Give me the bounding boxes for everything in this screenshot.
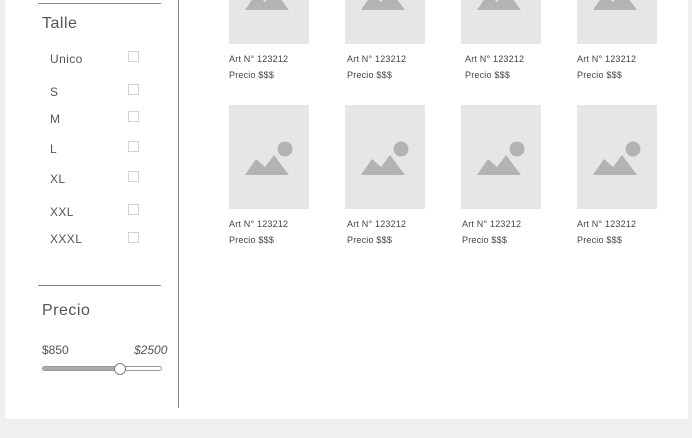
product-image[interactable] — [461, 105, 541, 209]
product-card[interactable] — [577, 0, 659, 44]
product-image[interactable] — [229, 105, 309, 209]
product-price: Precio $$$ — [462, 235, 508, 245]
product-card[interactable] — [345, 0, 427, 44]
sidebar-section-divider — [38, 285, 161, 286]
product-art-number: Art N° 123212 — [465, 54, 525, 64]
product-price: Precio $$$ — [465, 70, 511, 80]
window-frame-bottom — [0, 419, 692, 438]
size-option-label: XXL — [50, 205, 74, 219]
product-art-number: Art N° 123212 — [577, 219, 637, 229]
size-option-checkbox[interactable] — [128, 232, 139, 243]
size-filter-title: Talle — [42, 15, 78, 32]
product-art-number: Art N° 123212 — [229, 219, 289, 229]
image-placeholder-icon — [361, 141, 409, 175]
product-image[interactable] — [345, 105, 425, 209]
size-option-label: L — [50, 142, 58, 156]
product-card[interactable] — [345, 105, 427, 209]
price-slider-handle[interactable] — [114, 363, 126, 375]
size-option-checkbox[interactable] — [128, 171, 139, 182]
image-placeholder-icon — [361, 0, 405, 10]
price-slider-track[interactable] — [42, 366, 162, 371]
product-art-number: Art N° 123212 — [229, 54, 289, 64]
size-option-label: M — [50, 112, 61, 126]
product-image[interactable] — [345, 0, 425, 44]
size-option-label: XXXL — [50, 232, 83, 246]
product-image[interactable] — [229, 0, 309, 44]
image-placeholder-icon — [245, 141, 293, 175]
product-art-number: Art N° 123212 — [462, 219, 522, 229]
size-option-checkbox[interactable] — [128, 204, 139, 215]
product-card[interactable] — [461, 0, 543, 44]
size-option-label: XL — [50, 172, 66, 186]
size-option-checkbox[interactable] — [128, 51, 139, 62]
product-price: Precio $$$ — [347, 70, 393, 80]
window-frame-left — [0, 0, 5, 420]
product-price: Precio $$$ — [229, 70, 275, 80]
product-card[interactable] — [577, 105, 659, 209]
product-art-number: Art N° 123212 — [577, 54, 637, 64]
sidebar-content-divider — [178, 0, 179, 408]
product-art-number: Art N° 123212 — [347, 54, 407, 64]
product-card[interactable] — [229, 0, 311, 44]
image-placeholder-icon — [593, 141, 641, 175]
size-option-label: S — [50, 85, 59, 99]
size-option-checkbox[interactable] — [128, 141, 139, 152]
window-frame-right — [688, 0, 692, 420]
size-option-label: Unico — [50, 52, 83, 66]
product-image[interactable] — [577, 0, 657, 44]
price-filter-title: Precio — [42, 302, 91, 319]
price-slider-fill — [43, 367, 120, 370]
size-option-checkbox[interactable] — [128, 111, 139, 122]
sidebar-top-divider — [38, 3, 161, 4]
product-price: Precio $$$ — [577, 235, 623, 245]
product-art-number: Art N° 123212 — [347, 219, 407, 229]
product-image[interactable] — [577, 105, 657, 209]
image-placeholder-icon — [593, 0, 637, 10]
product-price: Precio $$$ — [577, 70, 623, 80]
image-placeholder-icon — [477, 0, 521, 10]
product-card[interactable] — [461, 105, 543, 209]
size-option-checkbox[interactable] — [128, 84, 139, 95]
product-card[interactable] — [229, 105, 311, 209]
product-price: Precio $$$ — [347, 235, 393, 245]
image-placeholder-icon — [245, 0, 289, 10]
image-placeholder-icon — [477, 141, 525, 175]
price-min-label: $850 — [42, 343, 69, 357]
product-image[interactable] — [461, 0, 541, 44]
price-max-label: $2500 — [134, 343, 168, 357]
product-price: Precio $$$ — [229, 235, 275, 245]
